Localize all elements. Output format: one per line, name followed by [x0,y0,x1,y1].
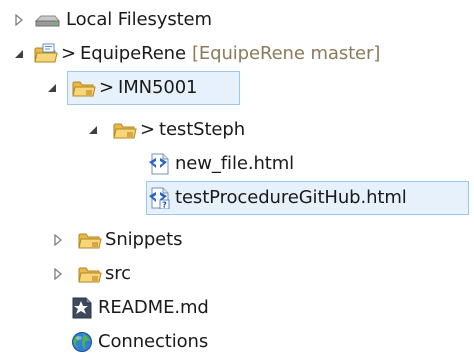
chevron-right-icon[interactable] [11,12,27,28]
tree-item-new-file[interactable]: new_file.html [0,147,294,181]
tree-item-label: EquipeRene [79,43,186,64]
git-branch-decoration: [EquipeRene master] [191,43,381,64]
tree-item-equipe-rene[interactable]: > EquipeRene [EquipeRene master] [0,37,380,71]
tree-item-teststeph[interactable]: > testSteph [0,113,245,147]
git-prefix: > [99,77,114,98]
tree-item-label: src [105,263,131,284]
drive-icon [33,9,61,31]
tree-item-src[interactable]: src [0,257,131,291]
tree-item-label: Snippets [105,229,183,250]
tree-item-test-procedure[interactable]: ? testProcedureGitHub.html [0,181,469,215]
folder-icon [113,119,137,141]
tree-item-imn5001[interactable]: > IMN5001 [0,71,240,105]
tree-item-readme[interactable]: README.md [0,291,209,325]
tree-item-label: new_file.html [175,153,295,174]
tree-item-connections[interactable]: Connections [0,325,208,359]
tree-item-label: Connections [98,331,209,352]
chevron-down-icon[interactable] [85,122,101,138]
html-file-icon [148,153,170,175]
folder-icon [72,77,96,99]
tree-item-label: testProcedureGitHub.html [175,187,407,208]
html-file-unversioned-icon: ? [148,187,170,209]
git-prefix: > [61,43,76,64]
tree-item-label: README.md [98,297,209,318]
chevron-right-icon[interactable] [50,266,66,282]
folder-icon [78,263,102,285]
tree-item-label: testSteph [158,119,246,140]
tree-item-label: IMN5001 [117,77,198,98]
git-prefix: > [140,119,155,140]
chevron-right-icon[interactable] [50,232,66,248]
tree-item-local-filesystem[interactable]: Local Filesystem [0,3,212,37]
project-folder-icon [34,43,58,65]
markdown-file-icon [71,297,93,319]
folder-icon [78,229,102,251]
svg-text:?: ? [162,201,167,210]
tree-item-snippets[interactable]: Snippets [0,223,183,257]
chevron-down-icon[interactable] [44,80,60,96]
tree-item-label: Local Filesystem [66,9,212,30]
chevron-down-icon[interactable] [11,46,27,62]
globe-icon [71,331,93,353]
